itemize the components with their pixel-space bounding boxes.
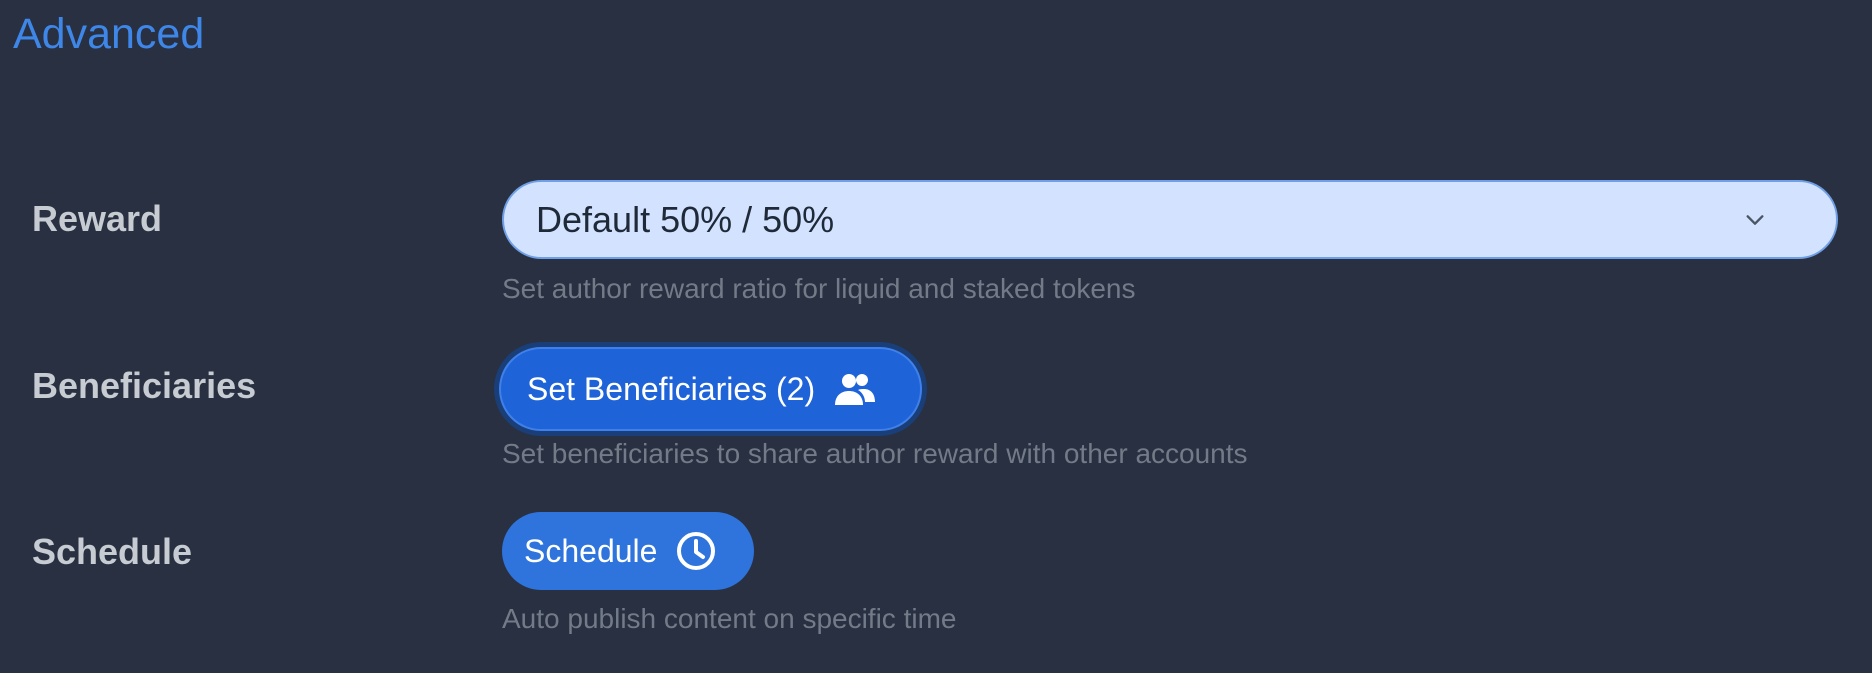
reward-selected-value: Default 50% / 50% bbox=[536, 198, 835, 240]
set-beneficiaries-button-label: Set Beneficiaries (2) bbox=[527, 371, 816, 407]
beneficiaries-label: Beneficiaries bbox=[32, 365, 257, 406]
set-beneficiaries-button[interactable]: Set Beneficiaries (2) bbox=[499, 347, 922, 431]
beneficiaries-button-focus-ring: Set Beneficiaries (2) bbox=[494, 342, 927, 436]
clock-icon bbox=[675, 530, 717, 572]
chevron-down-icon bbox=[1746, 214, 1764, 225]
reward-help-text: Set author reward ratio for liquid and s… bbox=[502, 273, 1136, 304]
reward-label: Reward bbox=[32, 198, 163, 239]
schedule-label: Schedule bbox=[32, 531, 193, 572]
advanced-settings-panel: Advanced Reward Default 50% / 50% Set au… bbox=[0, 0, 1872, 673]
reward-select[interactable]: Default 50% / 50% bbox=[502, 180, 1838, 259]
schedule-button[interactable]: Schedule bbox=[502, 512, 754, 590]
beneficiaries-help-text: Set beneficiaries to share author reward… bbox=[502, 438, 1248, 469]
schedule-help-text: Auto publish content on specific time bbox=[502, 603, 957, 634]
section-title: Advanced bbox=[13, 10, 205, 58]
people-icon bbox=[833, 371, 877, 407]
schedule-button-label: Schedule bbox=[524, 533, 658, 569]
